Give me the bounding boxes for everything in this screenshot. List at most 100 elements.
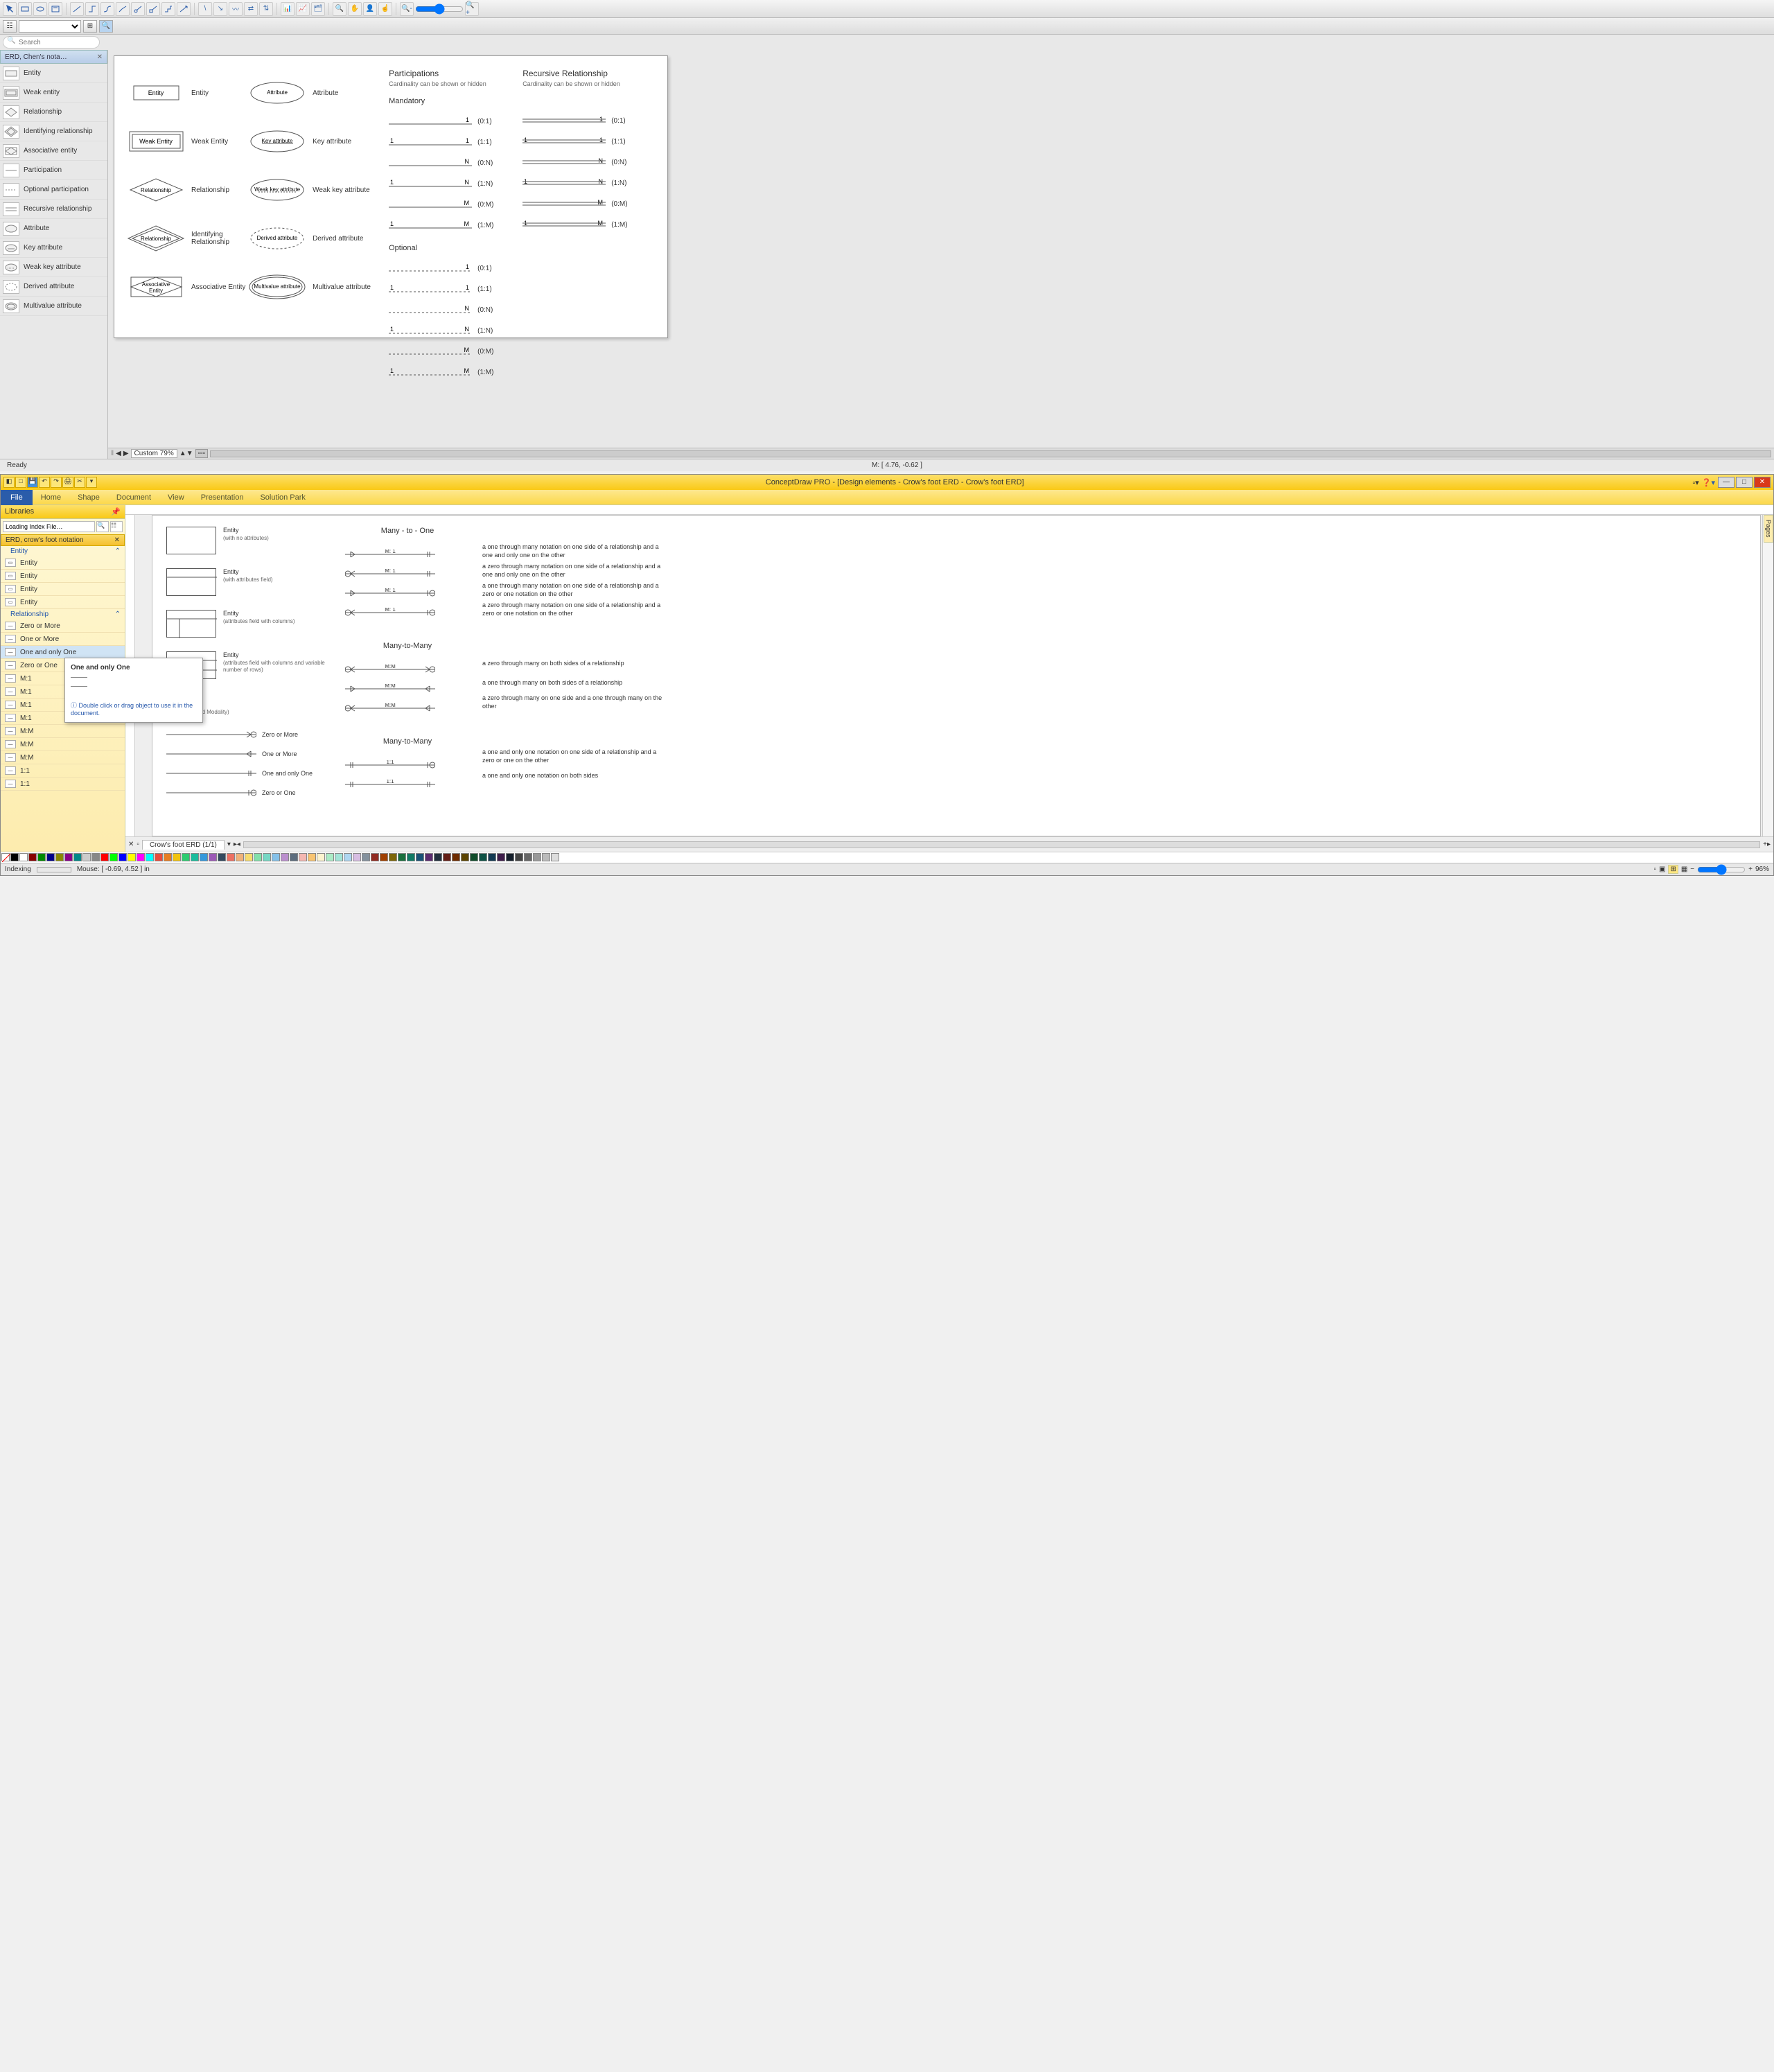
color-swatch[interactable] [434,853,442,861]
flip-h[interactable]: ⇄ [244,2,258,16]
library-item[interactable]: Weak key attribute [0,258,107,277]
library-item[interactable]: Attribute [0,219,107,238]
library-item[interactable]: ▭Entity [1,596,125,609]
color-swatch[interactable] [254,853,262,861]
line-tool[interactable]: \ [198,2,212,16]
color-swatch[interactable] [290,853,298,861]
color-swatch[interactable] [218,853,226,861]
library-item[interactable]: Identifying relationship [0,122,107,141]
view-toggle[interactable]: ▫▾ [1692,478,1698,487]
menu-item[interactable]: Shape [69,493,108,502]
color-swatch[interactable] [416,853,424,861]
no-fill-swatch[interactable] [1,853,10,861]
menu-item[interactable]: Presentation [193,493,252,502]
library-item[interactable]: Derived attribute [0,277,107,297]
view-icon-4[interactable]: ▦ [1681,866,1687,873]
library-item[interactable]: Multivalue attribute [0,297,107,316]
nav-next[interactable]: ▶ [123,450,129,457]
color-swatch[interactable] [182,853,190,861]
person-tool[interactable]: 👤 [363,2,377,16]
close-button[interactable]: ✕ [1754,477,1771,488]
color-swatch[interactable] [100,853,109,861]
color-swatch[interactable] [91,853,100,861]
color-swatch[interactable] [497,853,505,861]
color-swatch[interactable] [236,853,244,861]
library-item[interactable]: —M:M [1,725,125,738]
color-swatch[interactable] [263,853,271,861]
tab-nav-right[interactable]: +▸ [1763,841,1771,848]
zoom-in-icon[interactable]: + [1748,866,1753,873]
color-swatch[interactable] [146,853,154,861]
poly-tool[interactable]: 〰 [229,2,243,16]
zoom-slider[interactable] [1697,864,1746,875]
color-swatch[interactable] [118,853,127,861]
library-item[interactable]: —One or More [1,633,125,646]
color-swatch[interactable] [389,853,397,861]
library-item[interactable]: ▭Entity [1,570,125,583]
connector-1[interactable] [70,2,84,16]
color-swatch[interactable] [209,853,217,861]
search-icon[interactable]: 🔍 [96,521,109,532]
help-icon[interactable]: ❓▾ [1702,478,1715,487]
library-header[interactable]: ERD, Chen's nota… ✕ [0,50,107,64]
view-icon-1[interactable]: ▫ [1653,866,1656,873]
search-icon[interactable]: 🔍 [99,20,113,33]
color-swatch[interactable] [380,853,388,861]
flip-v[interactable]: ⇅ [259,2,273,16]
qat-3[interactable]: 💾 [27,477,38,488]
arrow-tool[interactable]: ↘ [213,2,227,16]
color-swatch[interactable] [506,853,514,861]
color-swatch[interactable] [353,853,361,861]
library-item[interactable]: —Zero or More [1,620,125,633]
color-swatch[interactable] [155,853,163,861]
qat-7[interactable]: ✂ [74,477,85,488]
color-swatch[interactable] [533,853,541,861]
color-swatch[interactable] [317,853,325,861]
tab-nav-left[interactable]: ▸◂ [234,841,240,848]
color-swatch[interactable] [371,853,379,861]
library-item[interactable]: —M:M [1,751,125,764]
minimize-button[interactable]: — [1718,477,1735,488]
qat-1[interactable]: ◧ [3,477,15,488]
color-swatch[interactable] [64,853,73,861]
view-icon-3[interactable]: ⊞ [1668,865,1678,874]
right-scrollbar[interactable] [1762,515,1773,836]
library-item[interactable]: Associative entity [0,141,107,161]
menu-item[interactable]: Solution Park [252,493,313,502]
zoom-slider[interactable] [415,3,464,15]
page-tab[interactable]: Crow's foot ERD (1/1) [142,840,225,850]
color-swatch[interactable] [344,853,352,861]
menu-item[interactable]: View [159,493,193,502]
connector-3[interactable] [100,2,114,16]
color-swatch[interactable] [191,853,199,861]
h-scrollbar[interactable] [243,841,1760,848]
color-swatch[interactable] [326,853,334,861]
menu-item[interactable]: Document [108,493,159,502]
qat-5[interactable]: ↷ [51,477,62,488]
pages-tab[interactable]: Pages [1764,515,1773,543]
color-swatch[interactable] [524,853,532,861]
library-item[interactable]: Relationship [0,103,107,122]
qat-6[interactable]: 🖨 [62,477,73,488]
qat-8[interactable]: ▾ [86,477,97,488]
library-item[interactable]: —1:1 [1,778,125,791]
chart-tool-1[interactable]: 📊 [281,2,295,16]
hand-tool-2[interactable]: ☝ [378,2,392,16]
search-input[interactable] [3,36,100,49]
color-swatch[interactable] [281,853,289,861]
color-swatch[interactable] [542,853,550,861]
library-item[interactable]: Weak entity [0,83,107,103]
library-search-input[interactable] [3,521,95,532]
color-swatch[interactable] [515,853,523,861]
color-swatch[interactable] [164,853,172,861]
library-item[interactable]: —M:M [1,738,125,751]
rect-tool[interactable] [18,2,32,16]
library-item[interactable]: ▭Entity [1,556,125,570]
color-swatch[interactable] [335,853,343,861]
color-swatch[interactable] [425,853,433,861]
color-swatch[interactable] [551,853,559,861]
zoom-in-icon-2[interactable]: 🔍+ [465,2,479,16]
library-item[interactable]: —1:1 [1,764,125,778]
library-item[interactable]: Optional participation [0,180,107,200]
color-swatch[interactable] [398,853,406,861]
